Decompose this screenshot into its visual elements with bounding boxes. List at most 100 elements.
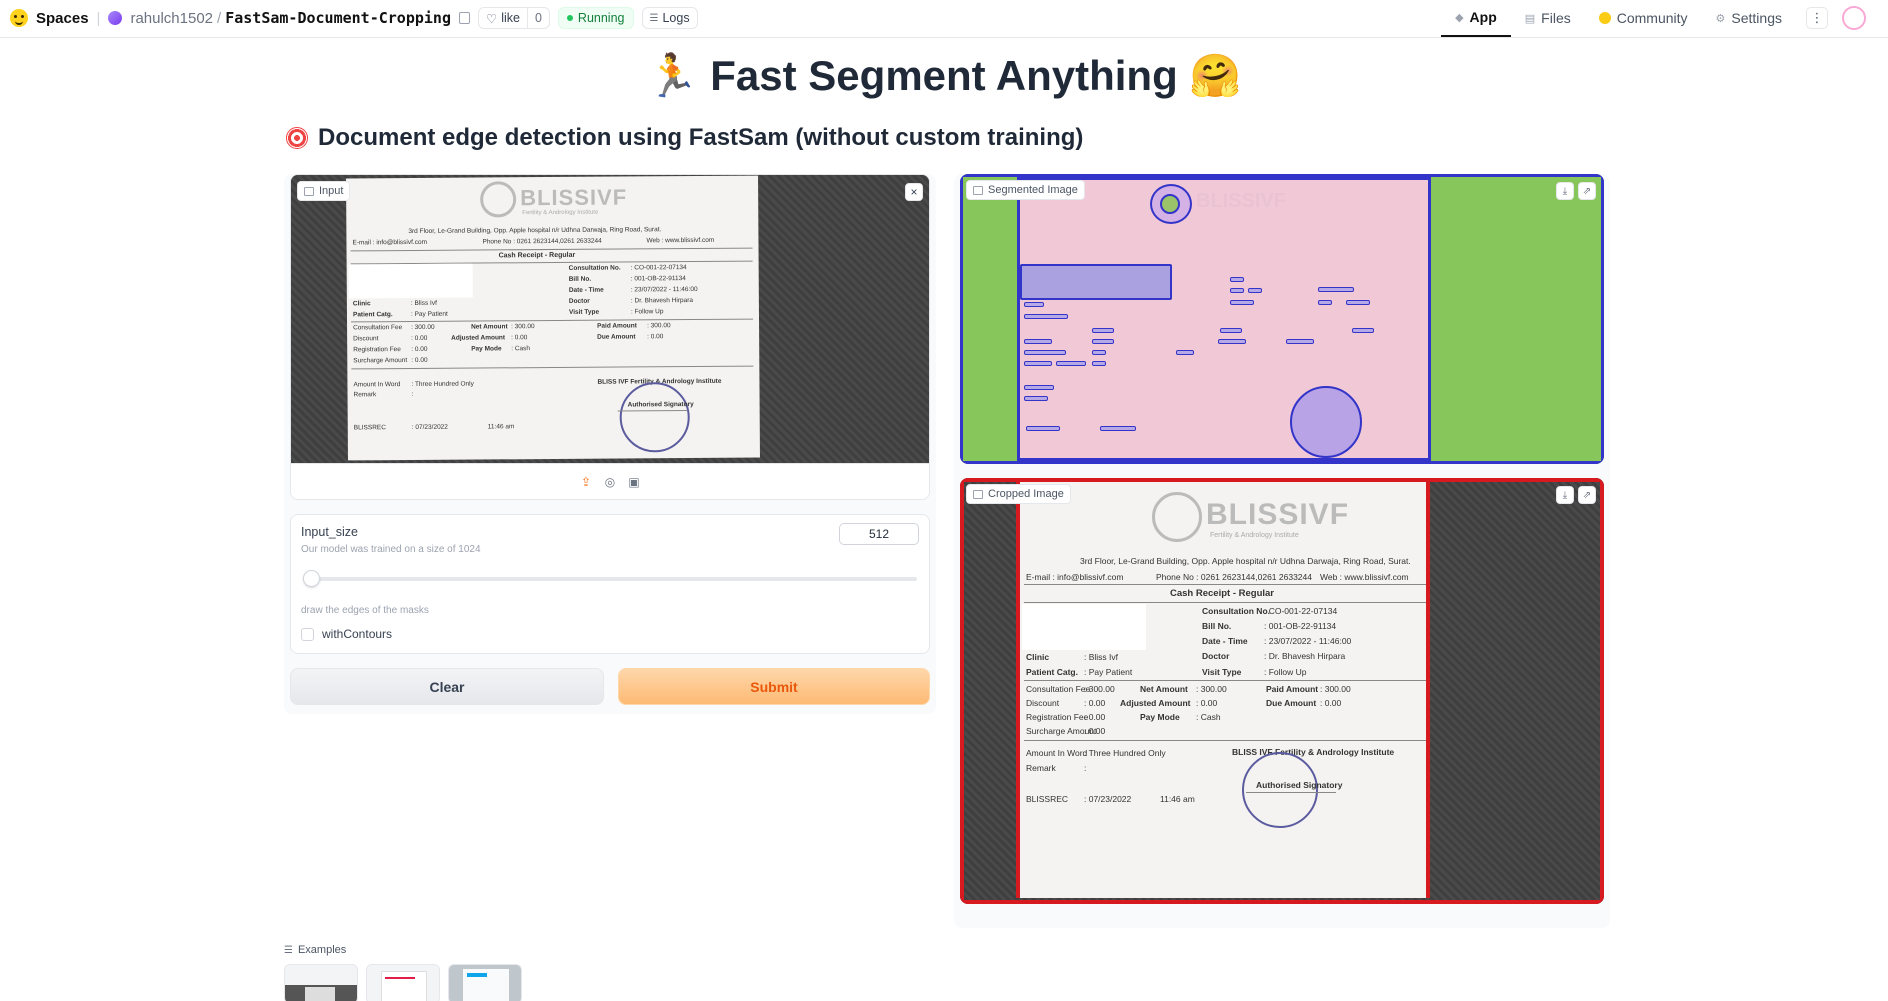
breadcrumb-slash: /: [217, 9, 222, 27]
receipt-bill: : 001-OB-22-91134: [630, 275, 686, 283]
receipt-consultation-label: Consultation No.: [568, 264, 621, 272]
receipt-words-label: Amount In Word: [353, 381, 401, 389]
receipt-footer-code: BLISSREC: [1026, 794, 1069, 804]
clipboard-icon[interactable]: ▣: [627, 475, 641, 489]
input-image-panel[interactable]: Input × BLISSIVF Fertility & Andrology I…: [290, 174, 930, 500]
redacted-area: [1022, 604, 1146, 650]
webcam-icon[interactable]: ◎: [603, 475, 617, 489]
user-avatar[interactable]: [1842, 6, 1866, 30]
contours-checkbox[interactable]: [301, 627, 314, 641]
share-icon[interactable]: ⇗: [1578, 486, 1596, 504]
example-thumbnail[interactable]: [284, 964, 358, 1001]
download-icon[interactable]: ⤓: [1556, 486, 1574, 504]
redacted-area: [348, 263, 473, 299]
receipt-web: Web : www.blissivf.com: [646, 236, 715, 245]
receipt-bill-label: Bill No.: [568, 275, 592, 283]
receipt-net-label: Net Amount: [471, 323, 508, 331]
receipt-paid-label: Paid Amount: [1266, 684, 1319, 694]
huggingface-logo-icon[interactable]: [10, 9, 28, 27]
receipt-paymode-label: Pay Mode: [1140, 712, 1180, 722]
receipt-registration: : 0.00: [411, 345, 428, 353]
clear-image-button[interactable]: ×: [905, 183, 923, 201]
seg-field-mask: [1092, 328, 1114, 333]
tab-community[interactable]: Community: [1585, 0, 1702, 37]
receipt-paymode: : Cash: [511, 345, 531, 353]
receipt-brand: BLISSIVF: [520, 184, 628, 211]
heart-icon: ♡: [485, 11, 498, 26]
breadcrumb-divider: |: [96, 9, 101, 27]
example-thumbnail[interactable]: [448, 964, 522, 1001]
tab-files[interactable]: ▤ Files: [1511, 0, 1585, 37]
receipt-adjusted-label: Adjusted Amount: [1120, 698, 1191, 708]
tab-app[interactable]: ◆ App: [1441, 0, 1511, 37]
download-icon[interactable]: ⤓: [1556, 182, 1574, 200]
cropped-image-panel: Cropped Image ⤓ ⇗ BLISSIVF Fertility & A…: [960, 478, 1604, 904]
examples-list: [284, 964, 522, 1001]
owner-link[interactable]: rahulch1502: [130, 10, 213, 27]
segmented-actions: ⤓ ⇗: [1556, 182, 1596, 200]
receipt-net: : 300.00: [1196, 684, 1227, 694]
target-icon: [286, 127, 308, 149]
receipt-words: : Three Hundred Only: [1084, 748, 1166, 758]
repo-name-link[interactable]: FastSam-Document-Cropping: [225, 9, 451, 27]
receipt-rule: [350, 247, 753, 252]
input-receipt-document: BLISSIVF Fertility & Andrology Institute…: [346, 175, 760, 461]
seg-field-mask: [1092, 350, 1106, 355]
seg-field-mask: [1056, 361, 1086, 366]
tab-settings[interactable]: ⚙ Settings: [1702, 0, 1796, 37]
receipt-doctor-label: Doctor: [568, 297, 590, 305]
seg-field-mask: [1024, 339, 1052, 344]
receipt-rule: [1024, 602, 1426, 603]
receipt-date: : 23/07/2022 - 11:46:00: [1264, 636, 1352, 646]
receipt-adjusted: : 0.00: [1196, 698, 1218, 708]
receipt-logo-icon: [480, 181, 517, 218]
receipt-patient-label: Patient Catg.: [352, 311, 393, 319]
receipt-words-label: Amount In Word: [1026, 748, 1088, 758]
receipt-footer-time: 11:46 am: [1160, 794, 1195, 804]
logs-label: Logs: [662, 11, 690, 25]
input-size-number-field[interactable]: 512: [839, 523, 919, 545]
input-size-slider-group: Input_size Our model was trained on a si…: [291, 515, 929, 565]
receipt-fee: : 300.00: [1084, 684, 1115, 694]
receipt-remark-label: Remark: [353, 391, 377, 399]
receipt-visit-label: Visit Type: [1202, 667, 1242, 677]
contours-label: withContours: [322, 627, 393, 641]
like-label: like: [501, 11, 520, 25]
copy-icon[interactable]: [458, 12, 470, 24]
status-badge[interactable]: Running: [557, 7, 634, 29]
receipt-paid: : 300.00: [1320, 684, 1351, 694]
receipt-date-label: Date - Time: [568, 286, 604, 294]
receipt-registration: : 0.00: [1084, 712, 1106, 722]
receipt-net: : 300.00: [511, 323, 535, 331]
input-size-slider-track[interactable]: [305, 577, 917, 581]
clear-button[interactable]: Clear: [290, 668, 604, 705]
submit-button[interactable]: Submit: [618, 668, 930, 705]
owner-avatar[interactable]: [108, 11, 123, 25]
receipt-remark: :: [411, 390, 414, 398]
example-thumbnail-doc: [381, 971, 427, 1001]
logs-button[interactable]: ☰ Logs: [641, 7, 698, 29]
seg-field-mask: [1092, 339, 1114, 344]
receipt-date: : 23/07/2022 - 11:46:00: [630, 285, 698, 294]
share-icon[interactable]: ⇗: [1578, 182, 1596, 200]
output-column: Segmented Image ⤓ ⇗ BLISSIVF Cropped Ima…: [954, 174, 1610, 928]
spaces-link[interactable]: Spaces: [36, 10, 89, 27]
receipt-signatory: Authorised Signatory: [627, 401, 694, 409]
input-size-slider-thumb[interactable]: [303, 570, 320, 587]
gear-icon: ⚙: [1715, 12, 1726, 25]
status-text: Running: [577, 11, 625, 25]
receipt-due-label: Due Amount: [597, 333, 636, 341]
more-options-button[interactable]: ⋮: [1806, 7, 1828, 29]
example-thumbnail-mark: [385, 977, 415, 979]
seg-field-mask: [1024, 385, 1054, 390]
cropped-receipt-document: BLISSIVF Fertility & Andrology Institute…: [1016, 482, 1430, 898]
example-thumbnail[interactable]: [366, 964, 440, 1001]
seg-field-mask: [1026, 426, 1060, 431]
receipt-clinic-label: Clinic: [352, 300, 371, 308]
like-button[interactable]: ♡ like 0: [477, 7, 550, 29]
seg-field-mask: [1024, 350, 1066, 355]
seg-field-mask: [1024, 396, 1048, 401]
upload-icon[interactable]: ⇪: [579, 475, 593, 489]
contours-checkbox-row[interactable]: withContours: [301, 627, 392, 641]
seg-field-mask: [1024, 314, 1068, 319]
